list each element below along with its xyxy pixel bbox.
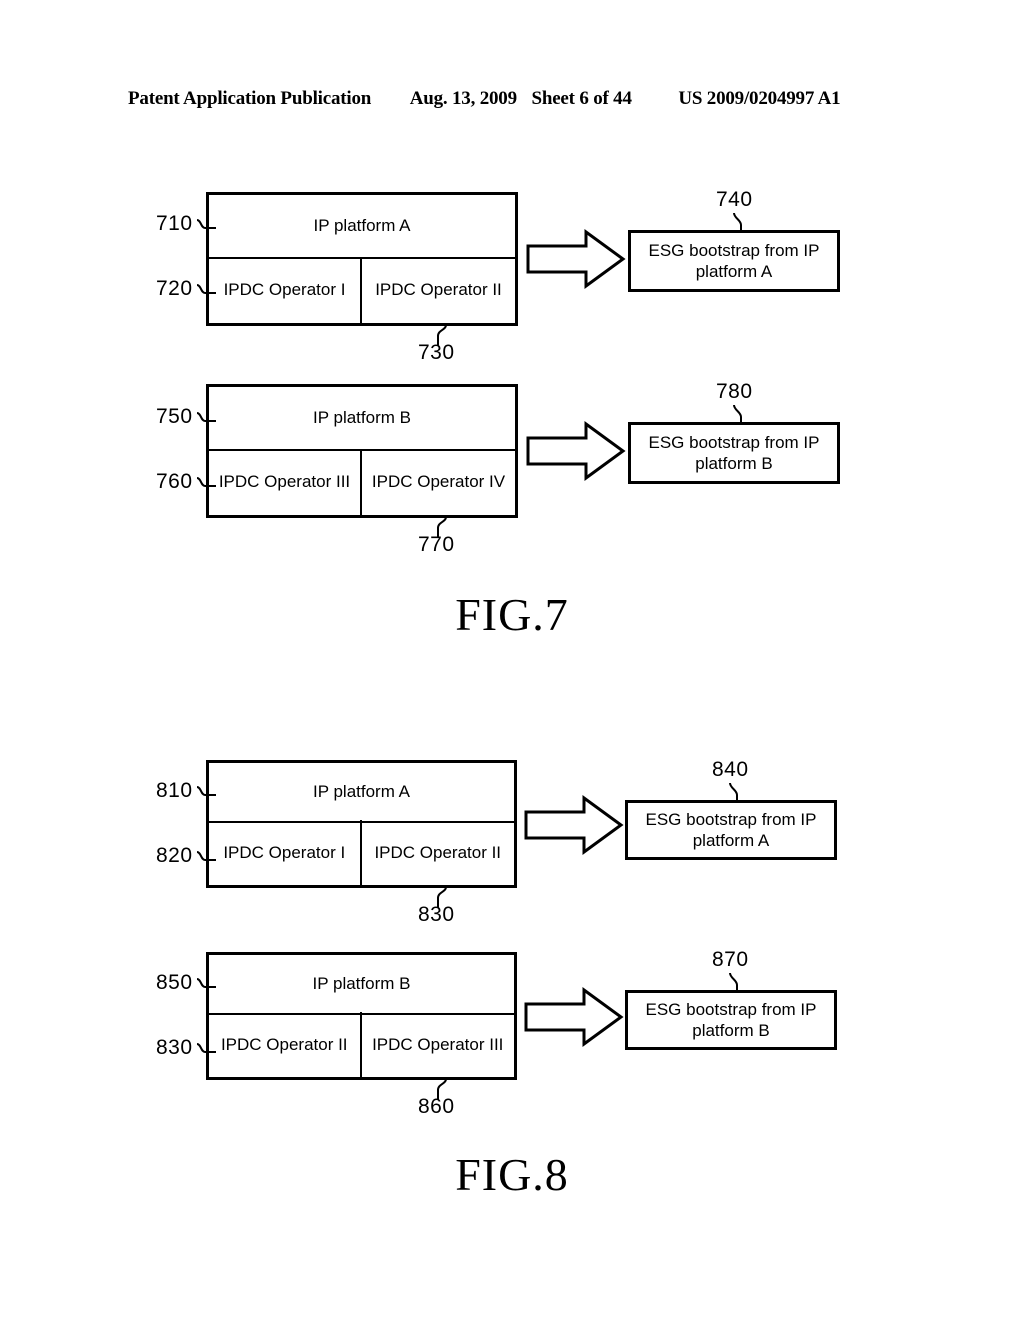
result-line-2: platform A — [695, 262, 773, 281]
operator-label: IPDC Operator II — [374, 842, 502, 862]
result-box-840: ESG bootstrap from IP platform A — [625, 800, 837, 860]
flow-arrow-3 — [524, 794, 624, 856]
figure-caption-8: FIG.8 — [455, 1149, 569, 1200]
ref-num-780: 780 — [716, 380, 753, 403]
operator-cell-1: IPDC Operator I — [209, 257, 362, 323]
ref-num-810: 810 — [156, 779, 193, 802]
flow-arrow-2 — [526, 420, 626, 482]
result-line-2: platform A — [692, 831, 770, 850]
platform-title-label: IP platform A — [312, 782, 410, 801]
ref-num-760: 760 — [156, 470, 193, 493]
operator-cell-1: IPDC Operator III — [209, 449, 362, 515]
result-line-2: platform B — [695, 454, 773, 473]
header-publication: Patent Application Publication — [128, 88, 372, 109]
ref-leader-810 — [196, 783, 218, 801]
result-box-text: ESG bootstrap from IP platform A — [648, 240, 819, 283]
ref-num-870: 870 — [712, 948, 749, 971]
result-line-2: platform B — [692, 1021, 770, 1040]
ref-num-720: 720 — [156, 277, 193, 300]
ref-leader-710 — [196, 216, 218, 234]
flow-arrow-4 — [524, 986, 624, 1048]
platform-title-label: IP platform A — [313, 216, 411, 235]
result-box-text: ESG bootstrap from IP platform B — [648, 432, 819, 475]
header-sheet: Sheet 6 of 44 — [531, 88, 632, 109]
operator-label: IPDC Operator II — [375, 280, 502, 299]
header-date: Aug. 13, 2009 — [409, 88, 517, 109]
ref-num-770: 770 — [418, 533, 455, 556]
platform-block-850: IP platform B IPDC Operator II IPDC Oper… — [206, 952, 517, 1080]
ref-num-830-a: 830 — [418, 903, 455, 926]
operator-row-760: IPDC Operator III IPDC Operator IV — [209, 449, 515, 515]
result-box-870: ESG bootstrap from IP platform B — [625, 990, 837, 1050]
result-line-1: ESG bootstrap from IP — [645, 809, 817, 829]
result-line-1: ESG bootstrap from IP — [648, 432, 820, 452]
ref-num-860: 860 — [418, 1095, 455, 1118]
operator-cell-2: IPDC Operator II — [362, 257, 515, 323]
platform-title-810: IP platform A — [209, 763, 514, 823]
result-line-1: ESG bootstrap from IP — [645, 999, 817, 1019]
operator-cell-2: IPDC Operator II — [362, 820, 515, 885]
operator-label: IPDC Operator III — [372, 1034, 504, 1054]
result-box-740: ESG bootstrap from IP platform A — [628, 230, 840, 292]
operator-cell-1: IPDC Operator II — [209, 1012, 362, 1077]
ref-leader-760 — [196, 474, 218, 492]
platform-block-710: IP platform A IPDC Operator I IPDC Opera… — [206, 192, 518, 326]
platform-title-750: IP platform B — [209, 387, 515, 451]
platform-block-810: IP platform A IPDC Operator I IPDC Opera… — [206, 760, 517, 888]
operator-row-830: IPDC Operator II IPDC Operator III — [209, 1012, 514, 1077]
platform-title-label: IP platform B — [312, 974, 411, 993]
ref-leader-720 — [196, 281, 218, 299]
operator-label: IPDC Operator III — [218, 472, 351, 491]
result-box-780: ESG bootstrap from IP platform B — [628, 422, 840, 484]
operator-cell-2: IPDC Operator IV — [362, 449, 515, 515]
result-line-1: ESG bootstrap from IP — [648, 240, 820, 260]
ref-num-850: 850 — [156, 971, 193, 994]
platform-title-label: IP platform B — [313, 408, 411, 427]
ref-num-840: 840 — [712, 758, 749, 781]
flow-arrow-1 — [526, 228, 626, 290]
ref-leader-820 — [196, 848, 218, 866]
operator-cell-1: IPDC Operator I — [209, 820, 362, 885]
ref-leader-750 — [196, 409, 218, 427]
platform-block-750: IP platform B IPDC Operator III IPDC Ope… — [206, 384, 518, 518]
ref-num-730: 730 — [418, 341, 455, 364]
ref-num-750: 750 — [156, 405, 193, 428]
result-box-text: ESG bootstrap from IP platform B — [645, 999, 816, 1042]
ref-num-740: 740 — [716, 188, 753, 211]
operator-row-720: IPDC Operator I IPDC Operator II — [209, 257, 515, 323]
operator-row-820: IPDC Operator I IPDC Operator II — [209, 820, 514, 885]
ref-num-830-b: 830 — [156, 1036, 193, 1059]
operator-label: IPDC Operator IV — [371, 472, 506, 491]
ref-leader-830-b — [196, 1040, 218, 1058]
operator-label: IPDC Operator II — [220, 1034, 348, 1054]
operator-label: IPDC Operator I — [223, 280, 346, 299]
operator-cell-2: IPDC Operator III — [362, 1012, 515, 1077]
ref-num-710: 710 — [156, 212, 193, 235]
page-header: Patent Application Publication Aug. 13, … — [128, 88, 896, 114]
platform-title-710: IP platform A — [209, 195, 515, 259]
operator-label: IPDC Operator I — [223, 842, 346, 862]
ref-leader-850 — [196, 975, 218, 993]
ref-num-820: 820 — [156, 844, 193, 867]
figure-caption-7: FIG.7 — [455, 589, 569, 640]
platform-title-850: IP platform B — [209, 955, 514, 1015]
result-box-text: ESG bootstrap from IP platform A — [645, 809, 816, 852]
header-patent-number: US 2009/0204997 A1 — [678, 88, 841, 109]
